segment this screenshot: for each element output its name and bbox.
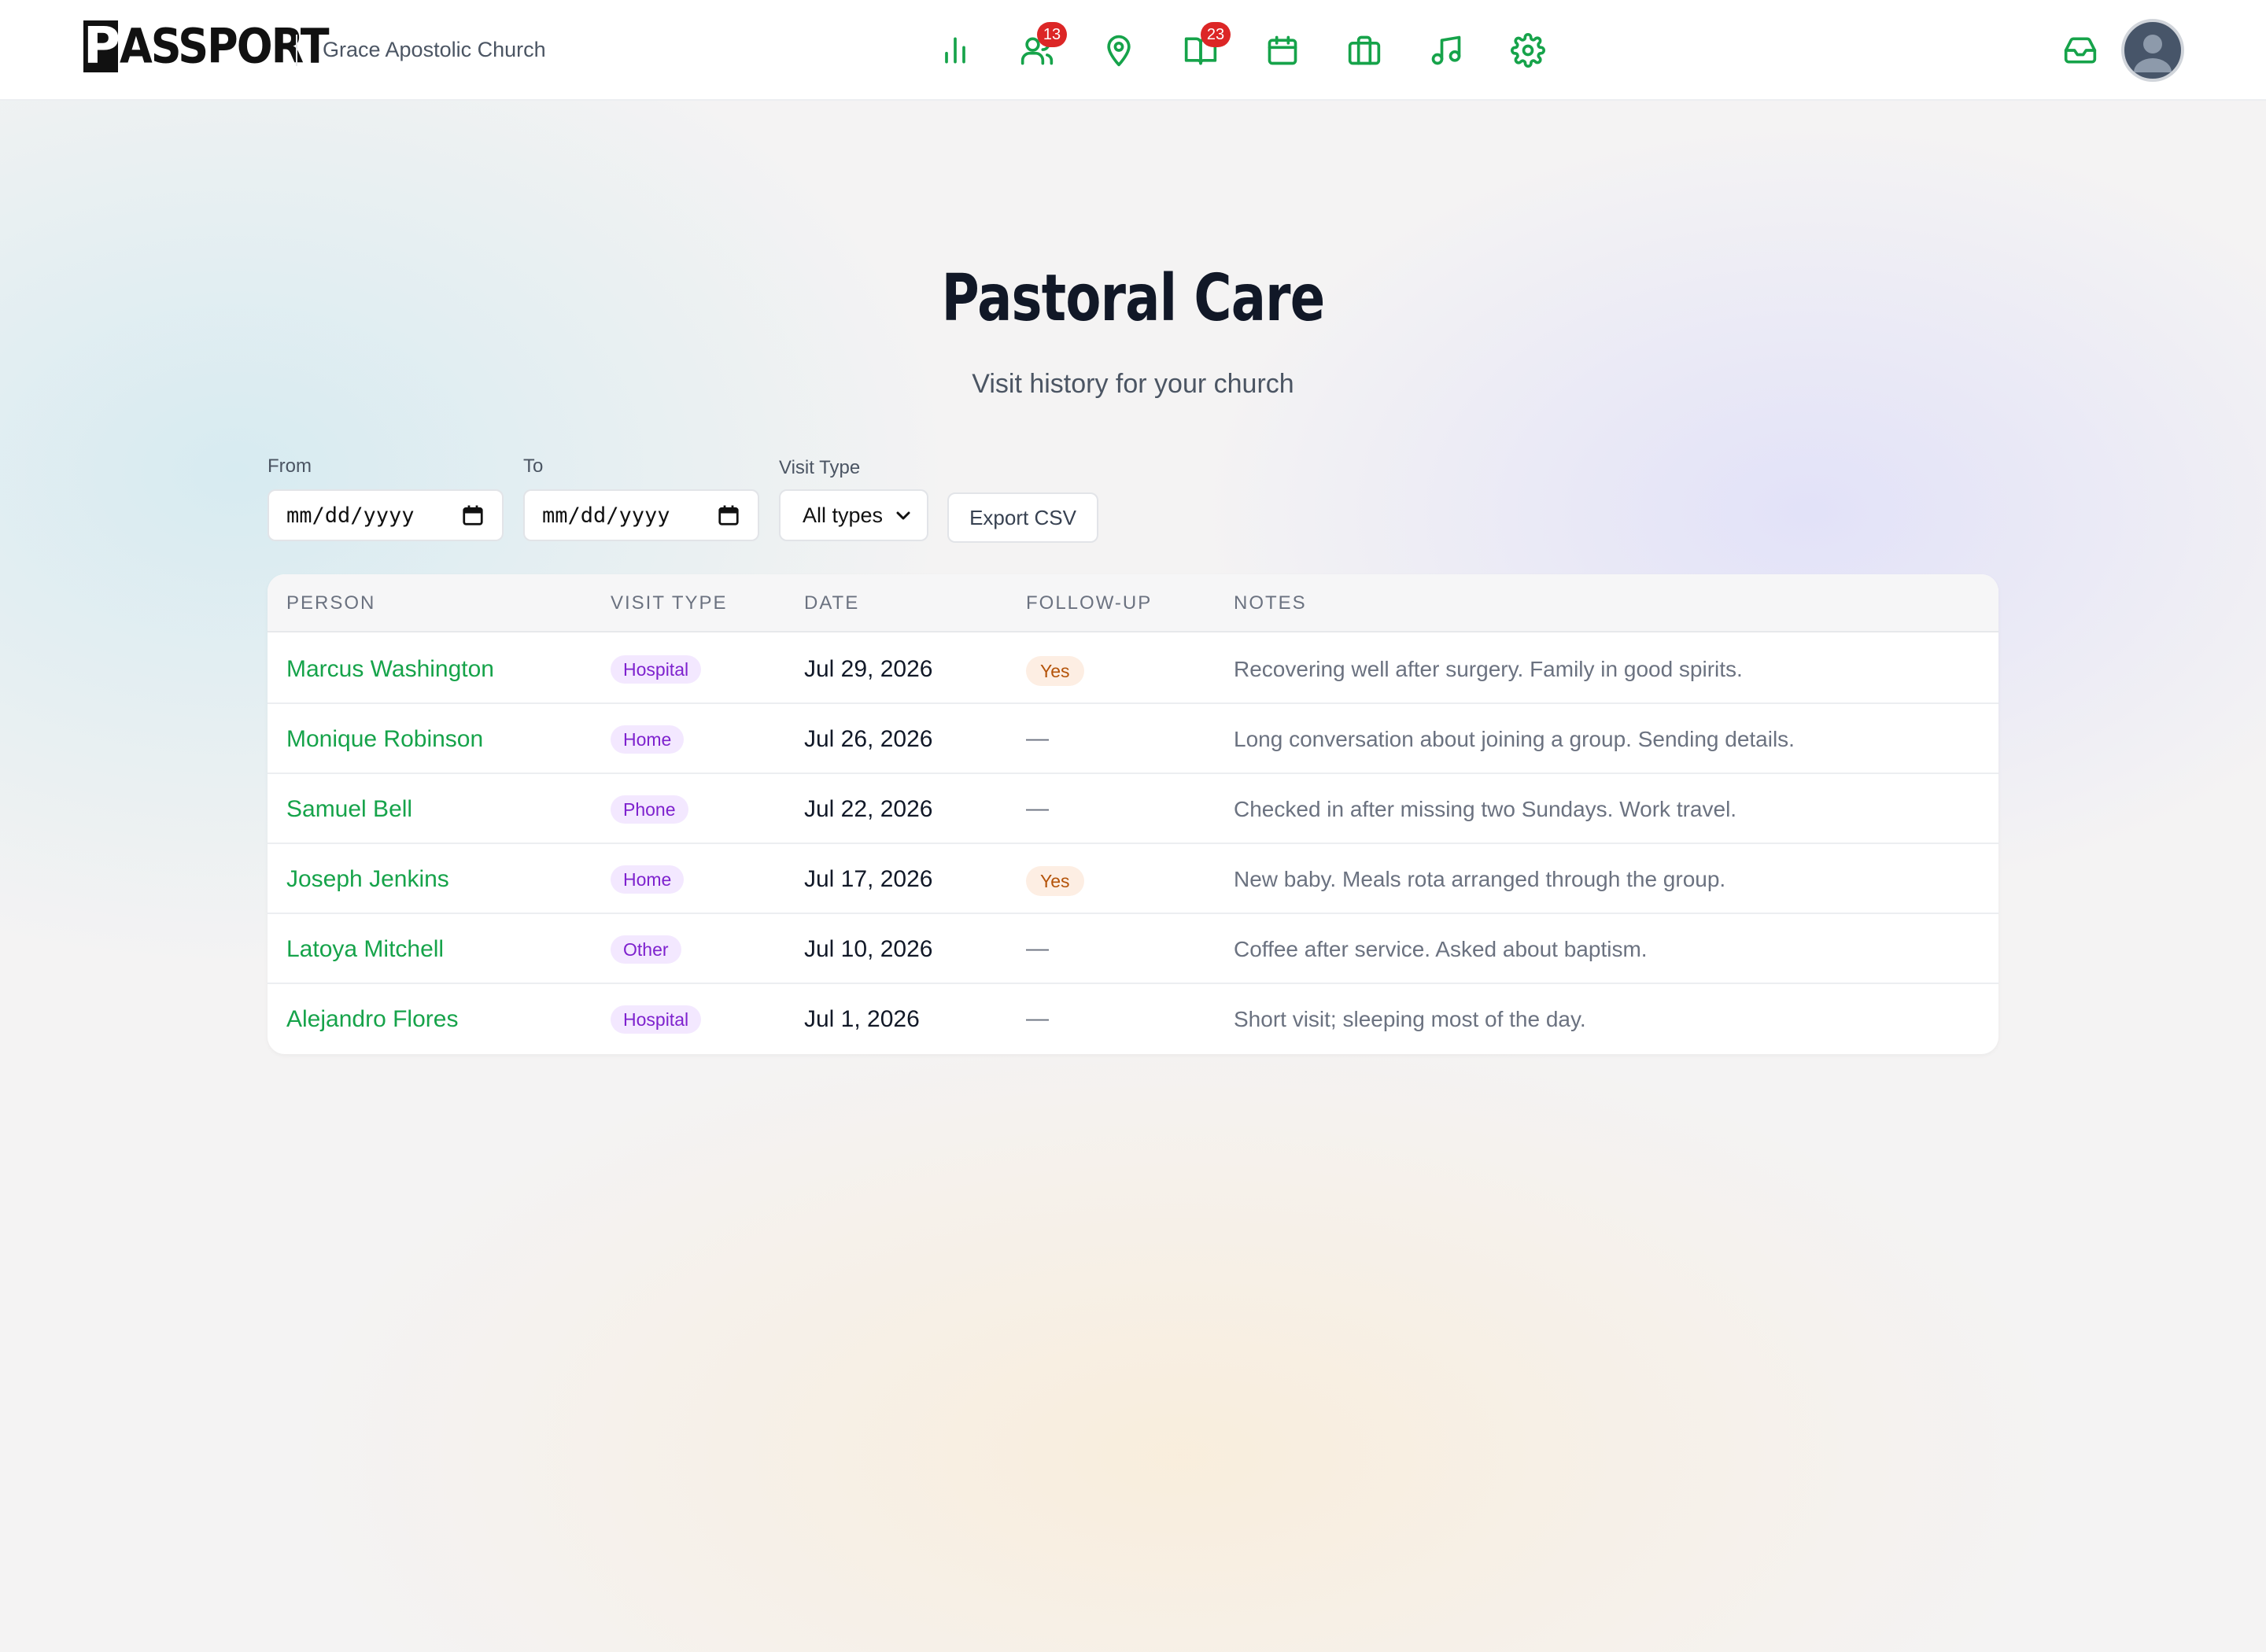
follow-up-value: — <box>1026 936 1049 961</box>
page-title: Pastoral Care <box>941 261 1326 336</box>
visit-type-selected: All types <box>803 503 884 527</box>
church-name: Grace Apostolic Church <box>323 38 546 61</box>
from-date-input[interactable]: mm/dd/yyyy <box>268 489 504 541</box>
chevron-down-icon <box>896 511 910 520</box>
nav-ministries[interactable] <box>1342 28 1386 72</box>
person-link[interactable]: Alejandro Flores <box>286 984 458 1054</box>
briefcase-icon <box>1348 35 1381 65</box>
table-row[interactable]: Latoya Mitchell Other Jul 10, 2026 — Cof… <box>268 914 1998 984</box>
from-label: From <box>268 455 312 477</box>
people-count-badge: 13 <box>1037 22 1067 47</box>
nav-groups[interactable]: 23 <box>1179 22 1231 72</box>
visit-date: Jul 26, 2026 <box>804 726 933 752</box>
to-date-input[interactable]: mm/dd/yyyy <box>523 489 759 541</box>
column-header-date[interactable]: DATE <box>804 574 859 632</box>
visit-date: Jul 1, 2026 <box>804 1006 920 1032</box>
visit-date: Jul 29, 2026 <box>804 656 933 682</box>
visit-notes: Coffee after service. Asked about baptis… <box>1234 937 1648 961</box>
user-icon <box>2134 35 2172 72</box>
table-header: PERSON VISIT TYPE DATE FOLLOW-UP NOTES <box>268 574 1998 632</box>
visits-table: PERSON VISIT TYPE DATE FOLLOW-UP NOTES M… <box>268 574 1998 1054</box>
visit-date: Jul 17, 2026 <box>804 866 933 892</box>
inbox-button[interactable] <box>2058 28 2102 72</box>
from-date-value: mm/dd/yyyy <box>286 503 415 528</box>
person-link[interactable]: Monique Robinson <box>286 704 483 774</box>
visit-notes: Recovering well after surgery. Family in… <box>1234 657 1743 681</box>
passport-logo[interactable]: P ASSPORT <box>83 17 330 76</box>
visit-notes: Checked in after missing two Sundays. Wo… <box>1234 797 1737 821</box>
table-row[interactable]: Monique Robinson Home Jul 26, 2026 — Lon… <box>268 704 1998 774</box>
nav-worship[interactable] <box>1424 28 1468 72</box>
inbox-icon <box>2064 37 2097 64</box>
follow-up-value: — <box>1026 726 1049 751</box>
page-subtitle: Visit history for your church <box>972 369 1294 399</box>
column-header-notes[interactable]: NOTES <box>1234 574 1307 632</box>
visit-notes: New baby. Meals rota arranged through th… <box>1234 867 1726 891</box>
visit-type-badge: Home <box>611 865 685 894</box>
nav-calendar[interactable] <box>1260 28 1305 72</box>
person-link[interactable]: Joseph Jenkins <box>286 844 449 914</box>
bar-chart-icon <box>945 37 965 64</box>
table-row[interactable]: Joseph Jenkins Home Jul 17, 2026 Yes New… <box>268 844 1998 914</box>
nav-dashboard[interactable] <box>933 28 977 72</box>
follow-up-badge: Yes <box>1026 866 1084 896</box>
groups-count-badge: 23 <box>1201 22 1231 47</box>
person-link[interactable]: Marcus Washington <box>286 634 494 704</box>
table-row[interactable]: Marcus Washington Hospital Jul 29, 2026 … <box>268 634 1998 704</box>
follow-up-badge: Yes <box>1026 656 1084 686</box>
visit-date: Jul 10, 2026 <box>804 936 933 962</box>
top-bar: P ASSPORT Grace Apostolic Church 13 23 <box>0 0 2266 101</box>
visit-notes: Long conversation about joining a group.… <box>1234 727 1795 751</box>
column-header-follow-up[interactable]: FOLLOW-UP <box>1026 574 1152 632</box>
settings-icon <box>1511 33 1545 68</box>
visit-type-select[interactable]: All types <box>779 489 928 541</box>
visit-date: Jul 22, 2026 <box>804 796 933 822</box>
calendar-icon <box>1268 35 1297 65</box>
person-link[interactable]: Samuel Bell <box>286 774 412 844</box>
person-link[interactable]: Latoya Mitchell <box>286 914 444 984</box>
column-header-person[interactable]: PERSON <box>286 574 375 632</box>
calendar-picker-icon[interactable] <box>461 503 485 527</box>
map-pin-icon <box>1107 35 1131 67</box>
visit-type-badge: Hospital <box>611 1005 702 1034</box>
visit-type-badge: Phone <box>611 795 688 824</box>
visit-type-badge: Other <box>611 935 681 964</box>
column-header-visit-type[interactable]: VISIT TYPE <box>611 574 728 632</box>
to-label: To <box>523 455 544 477</box>
to-date-value: mm/dd/yyyy <box>542 503 670 528</box>
table-row[interactable]: Samuel Bell Phone Jul 22, 2026 — Checked… <box>268 774 1998 844</box>
logo-initial: P <box>83 17 120 76</box>
nav-locations[interactable] <box>1097 28 1141 72</box>
avatar[interactable] <box>2121 19 2184 82</box>
visit-type-badge: Hospital <box>611 655 702 684</box>
visit-notes: Short visit; sleeping most of the day. <box>1234 1007 1586 1031</box>
nav-settings[interactable] <box>1506 28 1550 72</box>
calendar-picker-icon[interactable] <box>717 503 740 527</box>
music-icon <box>1431 35 1461 65</box>
follow-up-value: — <box>1026 1006 1049 1031</box>
follow-up-value: — <box>1026 796 1049 821</box>
table-row[interactable]: Alejandro Flores Hospital Jul 1, 2026 — … <box>268 984 1998 1054</box>
visit-type-badge: Home <box>611 725 685 754</box>
export-csv-button[interactable]: Export CSV <box>947 492 1098 543</box>
nav-people[interactable]: 13 <box>1015 22 1067 72</box>
visit-type-label: Visit Type <box>779 457 861 478</box>
header-divider <box>296 35 297 66</box>
